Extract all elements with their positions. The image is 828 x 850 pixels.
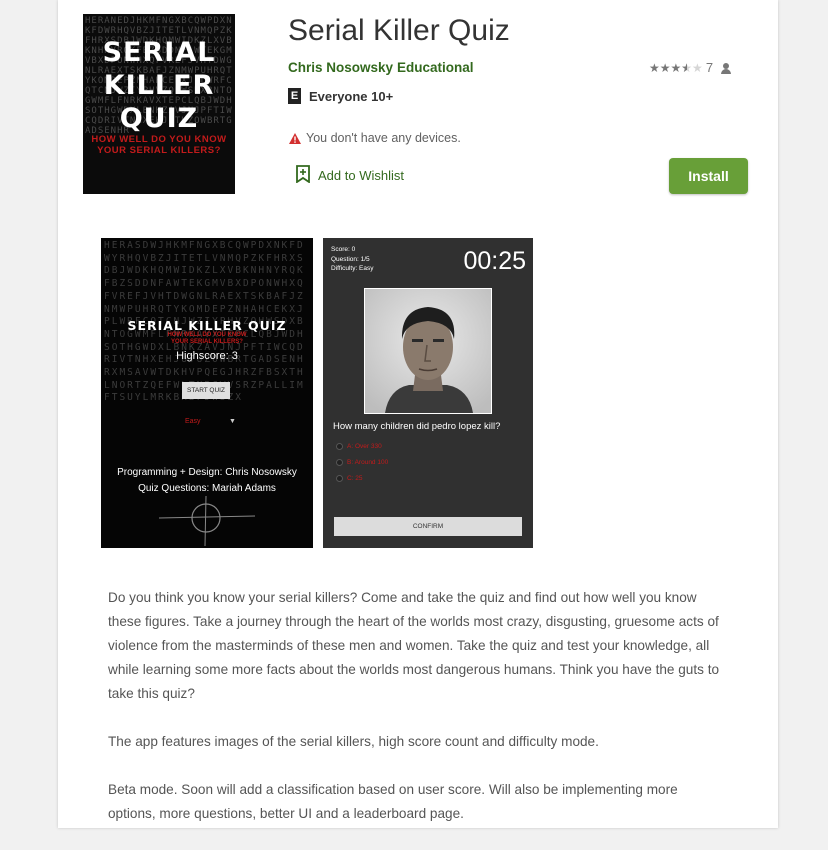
app-title: Serial Killer Quiz xyxy=(288,14,510,47)
screenshot-question[interactable]: Score: 0 Question: 1/5 Difficulty: Easy … xyxy=(323,238,533,548)
answer-option: C: 25 xyxy=(336,475,363,482)
difficulty-select: Easy xyxy=(185,418,201,425)
install-button[interactable]: Install xyxy=(669,158,748,194)
rating-summary: ★★★★★★ 7 xyxy=(649,60,732,75)
app-icon: HERANEDJHKMFNGXBCQWPDXNKFDWRHQVBZJITETLV… xyxy=(83,14,235,194)
bookmark-add-icon xyxy=(296,165,310,186)
screenshot-home[interactable]: HERASDWJHKMFNGXBCQWPDXNKFDWYRHQVBZJITETL… xyxy=(101,238,313,548)
add-to-wishlist-button[interactable]: Add to Wishlist xyxy=(296,165,404,186)
radio-icon xyxy=(336,475,343,482)
description-paragraph: The app features images of the serial ki… xyxy=(108,734,599,749)
content-rating-label: Everyone 10+ xyxy=(309,88,394,104)
dropdown-caret-icon: ▼ xyxy=(229,418,236,425)
radio-icon xyxy=(336,459,343,466)
screenshot-title: SERIAL KILLER QUIZ xyxy=(127,318,287,333)
killer-photo xyxy=(364,288,492,414)
esrb-icon: E xyxy=(288,88,301,104)
credit-programming: Programming + Design: Chris Nosowsky xyxy=(117,467,297,478)
developer-link[interactable]: Chris Nosowsky xyxy=(288,60,393,75)
question-text: How many children did pedro lopez kill? xyxy=(333,421,501,432)
app-description: Do you think you know your serial killer… xyxy=(108,586,728,850)
confirm-button: CONFIRM xyxy=(334,517,522,536)
category-link[interactable]: Educational xyxy=(397,60,474,75)
app-details-card: HERANEDJHKMFNGXBCQWPDXNKFDWRHQVBZJITETLV… xyxy=(58,0,778,828)
rating-count: 7 xyxy=(705,60,714,75)
star-rating: ★★★★★★ xyxy=(649,60,703,75)
icon-title: SERIAL KILLER QUIZ xyxy=(102,37,216,134)
answer-option: A: Over 330 xyxy=(336,443,382,450)
quiz-meta: Score: 0 Question: 1/5 Difficulty: Easy xyxy=(331,246,374,272)
warning-icon xyxy=(289,132,301,144)
person-icon xyxy=(720,62,732,74)
credit-questions: Quiz Questions: Mariah Adams xyxy=(138,483,276,494)
wishlist-label: Add to Wishlist xyxy=(318,168,404,183)
crosshair-icon xyxy=(159,496,255,546)
start-quiz-button: START QUIZ xyxy=(182,382,230,399)
icon-subtitle: HOW WELL DO YOU KNOW YOUR SERIAL KILLERS… xyxy=(91,134,227,156)
countdown-timer: 00:25 xyxy=(463,247,526,275)
description-paragraph: Do you think you know your serial killer… xyxy=(108,590,720,701)
device-warning-text: You don't have any devices. xyxy=(306,131,461,145)
screenshot-subtitle: HOW WELL DO YOU KNOW YOUR SERIAL KILLERS… xyxy=(167,332,247,345)
content-rating: E Everyone 10+ xyxy=(288,88,393,104)
device-warning: You don't have any devices. xyxy=(289,131,461,145)
radio-icon xyxy=(336,443,343,450)
highscore-label: Highscore: 3 xyxy=(176,350,238,362)
description-paragraph: Beta mode. Soon will add a classificatio… xyxy=(108,782,678,821)
answer-option: B: Around 100 xyxy=(336,459,388,466)
